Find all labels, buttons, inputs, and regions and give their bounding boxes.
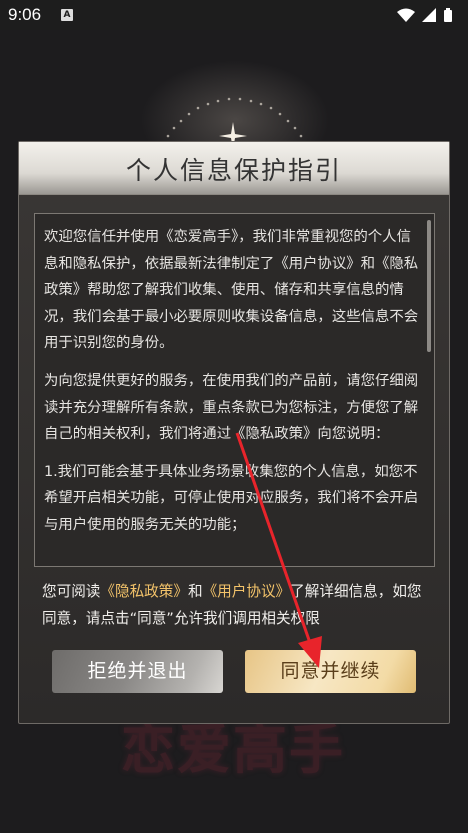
consent-text: 您可阅读《隐私政策》和《用户协议》了解详细信息，如您同意，请点击“同意”允许我们…: [42, 579, 434, 632]
scrollbar-thumb[interactable]: [427, 220, 431, 352]
notification-badge-icon: A: [61, 9, 73, 21]
user-agreement-link[interactable]: 《用户协议》: [203, 583, 291, 600]
reject-exit-button[interactable]: 拒绝并退出: [52, 650, 223, 693]
privacy-policy-link[interactable]: 《隐私政策》: [100, 583, 188, 600]
status-time: 9:06: [8, 5, 42, 24]
dialog-title: 个人信息保护指引: [125, 156, 342, 185]
status-icons: [396, 7, 458, 27]
battery-icon: [444, 8, 452, 22]
policy-content-scroll[interactable]: 欢迎您信任并使用《恋爱高手》，我们非常重视您的个人信息和隐私保护，依据最新法律制…: [34, 213, 435, 567]
policy-paragraph: 欢迎您信任并使用《恋爱高手》，我们非常重视您的个人信息和隐私保护，依据最新法律制…: [44, 229, 419, 352]
policy-content-text: 欢迎您信任并使用《恋爱高手》，我们非常重视您的个人信息和隐私保护，依据最新法律制…: [44, 224, 422, 550]
dialog-header: 个人信息保护指引: [19, 142, 449, 195]
signal-icon: [422, 8, 436, 22]
policy-paragraph: 1.我们可能会基于具体业务场景收集您的个人信息，如您不希望开启相关功能，可停止使…: [44, 463, 419, 533]
policy-paragraph: 为向您提供更好的服务，在使用我们的产品前，请您仔细阅读并充分理解所有条款，重点条…: [44, 372, 419, 443]
consent-prefix: 您可阅读: [42, 583, 101, 600]
status-bar: 9:06 A: [0, 0, 468, 30]
wifi-icon: [397, 8, 415, 22]
accept-continue-button[interactable]: 同意并继续: [245, 650, 416, 693]
privacy-dialog: 个人信息保护指引 欢迎您信任并使用《恋爱高手》，我们非常重视您的个人信息和隐私保…: [18, 141, 450, 724]
consent-and: 和: [187, 583, 203, 600]
